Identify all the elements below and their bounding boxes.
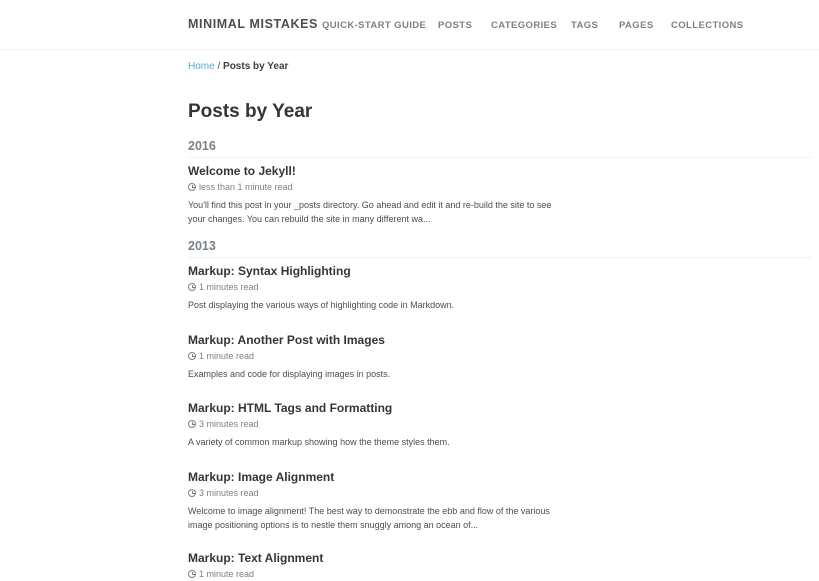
post-excerpt: Examples and code for displaying images … [188,369,391,379]
post-meta: less than 1 minute read [188,181,568,194]
nav-pages[interactable]: PAGES [619,20,654,31]
read-time: 3 minutes read [199,419,259,429]
clock-icon [188,183,196,191]
year-heading-2016: 2016 [188,139,216,153]
post-meta: 1 minutes read [188,281,568,294]
read-time: 1 minute read [199,351,255,361]
post-item: Markup: HTML Tags and Formatting 3 minut… [188,400,568,449]
post-item: Markup: Text Alignment 1 minute read [188,550,568,581]
breadcrumb-separator: / [214,61,224,72]
post-meta: 3 minutes read [188,487,568,500]
post-title-link[interactable]: Markup: Image Alignment [188,469,568,485]
clock-icon [188,352,196,360]
year-heading-2013: 2013 [188,239,216,253]
clock-icon [188,283,196,291]
post-item: Markup: Syntax Highlighting 1 minutes re… [188,263,568,312]
post-title-link[interactable]: Markup: Text Alignment [188,550,568,566]
nav-quick-start-guide[interactable]: QUICK-START GUIDE [322,20,426,31]
clock-icon [188,570,196,578]
post-excerpt: A variety of common markup showing how t… [188,437,450,447]
nav-collections[interactable]: COLLECTIONS [671,20,743,31]
post-meta: 1 minute read [188,568,568,581]
post-item: Markup: Image Alignment 3 minutes read W… [188,469,568,532]
clock-icon [188,420,196,428]
read-time: less than 1 minute read [199,182,293,192]
page-title: Posts by Year [188,101,313,122]
masthead: MINIMAL MISTAKES QUICK-START GUIDE POSTS… [0,0,819,50]
post-meta: 3 minutes read [188,418,568,431]
post-title-link[interactable]: Markup: Another Post with Images [188,332,568,348]
nav-posts[interactable]: POSTS [438,20,472,31]
post-title-link[interactable]: Welcome to Jekyll! [188,163,568,179]
post-meta: 1 minute read [188,350,568,363]
post-excerpt: Welcome to image alignment! The best way… [188,506,550,530]
post-excerpt: You'll find this post in your _posts dir… [188,200,552,224]
nav-tags[interactable]: TAGS [571,20,598,31]
year-divider [188,157,812,158]
read-time: 3 minutes read [199,488,259,498]
post-excerpt: Post displaying the various ways of high… [188,300,455,310]
post-title-link[interactable]: Markup: Syntax Highlighting [188,263,568,279]
year-divider [188,257,812,258]
post-item: Markup: Another Post with Images 1 minut… [188,332,568,381]
breadcrumb-current: Posts by Year [223,61,289,72]
site-title-link[interactable]: MINIMAL MISTAKES [188,17,318,31]
clock-icon [188,489,196,497]
breadcrumb: Home / Posts by Year [188,61,288,72]
post-item: Welcome to Jekyll! less than 1 minute re… [188,163,568,226]
read-time: 1 minutes read [199,282,259,292]
post-title-link[interactable]: Markup: HTML Tags and Formatting [188,400,568,416]
breadcrumb-home-link[interactable]: Home [188,61,215,72]
read-time: 1 minute read [199,569,255,579]
nav-categories[interactable]: CATEGORIES [491,20,557,31]
